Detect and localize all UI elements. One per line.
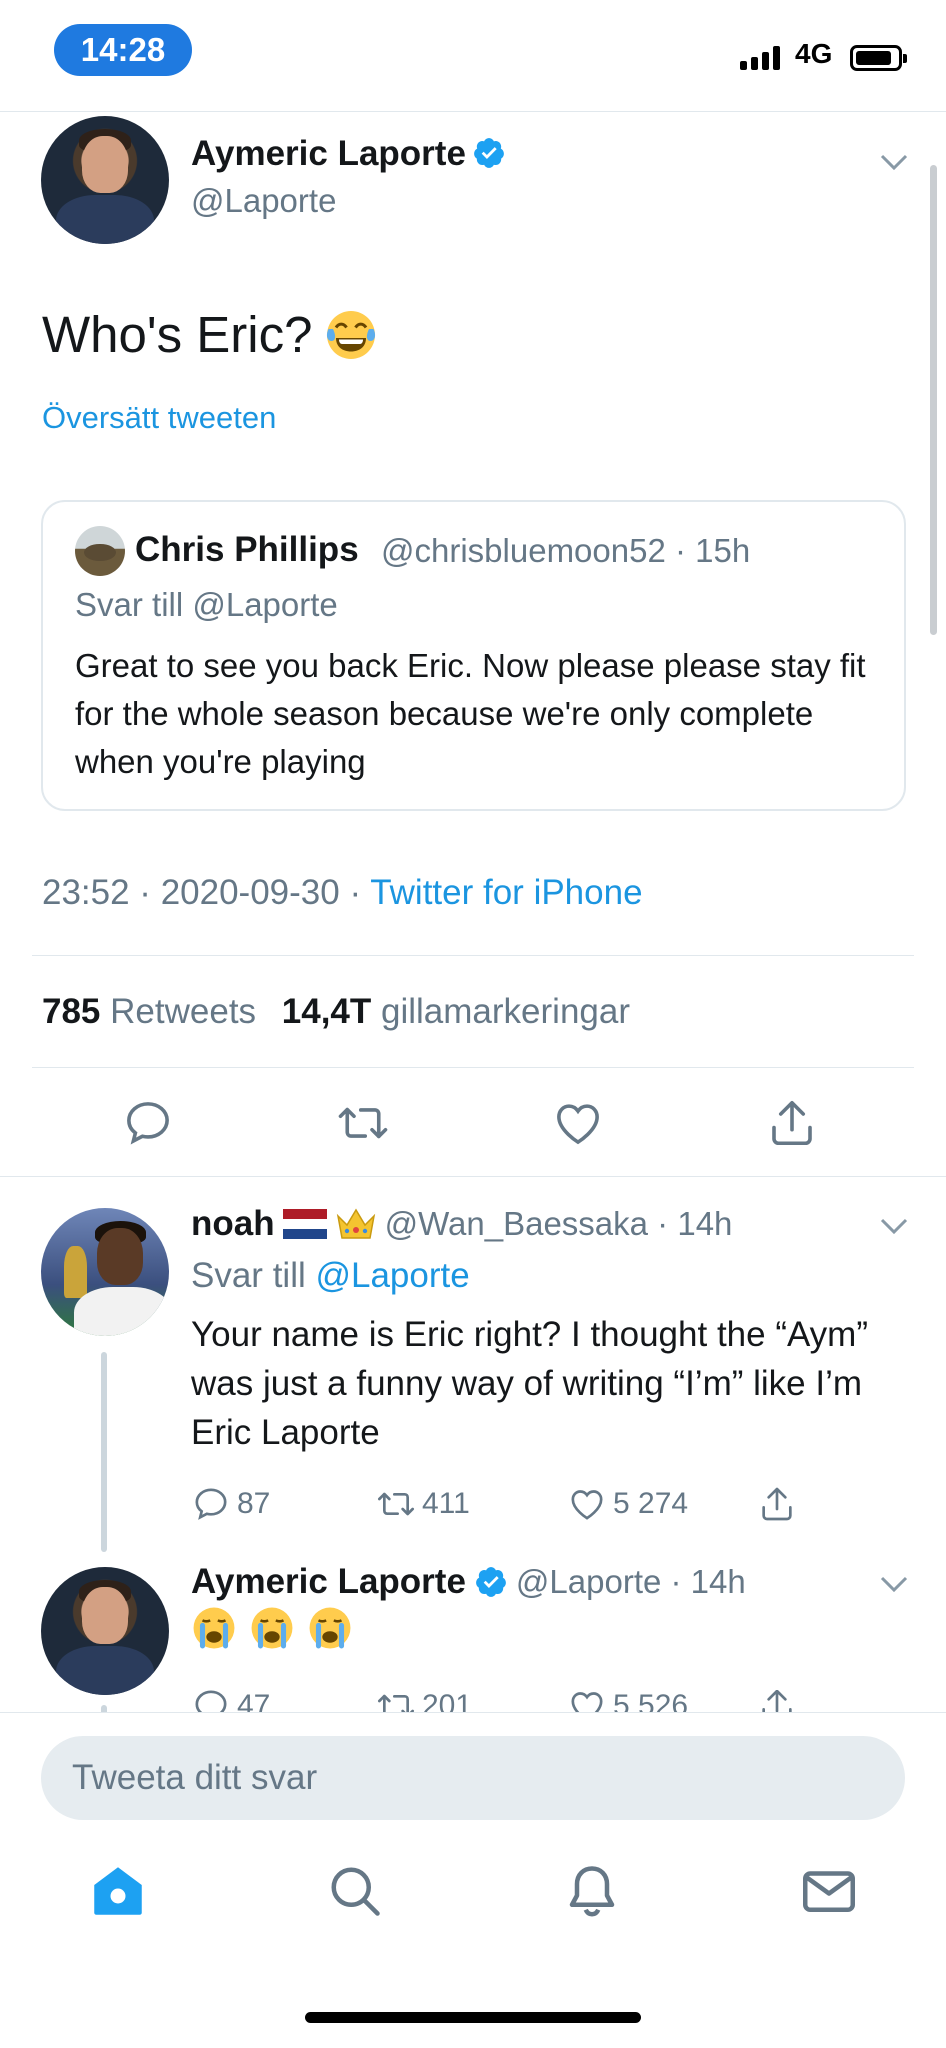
retweet-icon[interactable] [336, 1096, 390, 1150]
chevron-down-icon[interactable] [876, 144, 912, 180]
status-time: 14:28 [54, 24, 192, 76]
messages-icon[interactable] [799, 1861, 859, 1921]
divider [32, 1067, 914, 1068]
avatar[interactable] [41, 1208, 169, 1336]
reply-icon [195, 1690, 227, 1712]
reply-count: 87 [237, 1487, 271, 1520]
tweet-text-content: Who's Eric? [42, 306, 313, 363]
share-button[interactable] [757, 1690, 797, 1712]
divider [32, 955, 914, 956]
netherlands-flag-icon [282, 1209, 327, 1239]
reply-icon [195, 1488, 227, 1520]
share-icon [762, 1690, 792, 1712]
retweet-button[interactable]: 411 [376, 1484, 470, 1524]
reply-composer-input[interactable]: Tweeta ditt svar [41, 1736, 905, 1820]
chevron-down-icon[interactable] [876, 1208, 912, 1244]
tweet-stats[interactable]: 785 Retweets 14,4T gillamarkeringar [42, 992, 646, 1032]
crown-icon [336, 1208, 375, 1239]
translate-link[interactable]: Översätt tweeten [42, 400, 276, 436]
reply-author-name[interactable]: Aymeric Laporte [191, 1562, 466, 1602]
author-name-row[interactable]: Aymeric Laporte [191, 134, 506, 174]
scrollbar[interactable] [930, 165, 937, 635]
share-button[interactable] [757, 1484, 797, 1524]
reply-author-name[interactable]: noah [191, 1204, 275, 1244]
likes-label[interactable]: gillamarkeringar [381, 992, 630, 1031]
like-button[interactable]: 5 526 [567, 1690, 688, 1712]
search-icon[interactable] [325, 1861, 385, 1921]
like-count: 5 274 [613, 1487, 689, 1520]
crying-face-emoji-icon [193, 1607, 235, 1649]
avatar[interactable] [41, 116, 169, 244]
author-name[interactable]: Aymeric Laporte [191, 134, 466, 173]
like-button[interactable]: 5 274 [567, 1484, 688, 1524]
reply-emoji-text [191, 1605, 353, 1651]
avatar [75, 526, 125, 576]
verified-icon [476, 1567, 506, 1597]
tweet-time: 23:52 · 2020-09-30 · [42, 873, 371, 912]
notifications-icon[interactable] [562, 1861, 622, 1921]
retweet-icon [378, 1694, 414, 1712]
tweet-source-link[interactable]: Twitter for iPhone [370, 873, 642, 912]
retweet-icon [378, 1492, 414, 1516]
network-type: 4G [795, 38, 833, 69]
reply-to-prefix: Svar till [191, 1256, 316, 1295]
chevron-down-icon[interactable] [876, 1566, 912, 1602]
share-icon [762, 1487, 792, 1521]
quoted-tweet-text: Great to see you back Eric. Now please p… [75, 647, 866, 780]
thread-connector [101, 1352, 107, 1552]
likes-count[interactable]: 14,4T [282, 992, 372, 1031]
retweet-button[interactable]: 201 [376, 1690, 472, 1712]
reply-author-handle[interactable]: @Wan_Baessaka · 14h [385, 1205, 733, 1243]
status-bar: 14:28 4G [0, 0, 946, 110]
quoted-author-handle: @chrisbluemoon52 · 15h [381, 532, 751, 569]
like-icon [571, 1692, 603, 1712]
quoted-reply-to: Svar till @Laporte [75, 586, 338, 623]
home-icon[interactable] [88, 1861, 148, 1921]
like-icon[interactable] [551, 1096, 605, 1150]
reply-to-line: Svar till @Laporte [191, 1256, 470, 1296]
quoted-author-name: Chris Phillips [135, 530, 359, 569]
reply-author-row[interactable]: Aymeric Laporte @Laporte · 14h [191, 1562, 746, 1602]
tweet-timestamp: 23:52 · 2020-09-30 · Twitter for iPhone [42, 873, 643, 913]
reply-text: Your name is Eric right? I thought the “… [191, 1315, 868, 1452]
retweets-label[interactable]: Retweets [110, 992, 256, 1031]
like-icon [571, 1490, 603, 1520]
retweet-count: 411 [422, 1487, 470, 1520]
avatar[interactable] [41, 1567, 169, 1695]
reply-icon[interactable] [121, 1096, 175, 1150]
crying-face-emoji-icon [251, 1607, 293, 1649]
verified-icon [474, 138, 504, 168]
reply-count: 47 [237, 1690, 271, 1712]
quoted-tweet-card[interactable]: Chris Phillips @chrisbluemoon52 · 15h Sv… [41, 500, 906, 811]
reply-author-row[interactable]: noah @Wan_Baessaka · 14h [191, 1204, 732, 1244]
reply-button[interactable]: 47 [191, 1690, 270, 1712]
reply-author-handle[interactable]: @Laporte · 14h [516, 1563, 746, 1601]
signal-icon [740, 46, 780, 70]
crying-face-emoji-icon [309, 1607, 351, 1649]
battery-icon [850, 45, 907, 71]
reply-button[interactable]: 87 [191, 1484, 270, 1524]
reply-action-bar: 47 201 5 526 [0, 1690, 946, 1712]
divider [0, 1176, 946, 1177]
reply-to-handle[interactable]: @Laporte [315, 1256, 469, 1295]
divider [0, 111, 946, 112]
like-count: 5 526 [613, 1690, 689, 1712]
retweets-count[interactable]: 785 [42, 992, 100, 1031]
tweet-text: Who's Eric? [42, 305, 378, 364]
bottom-panel: Tweeta ditt svar [0, 1712, 946, 2048]
author-handle[interactable]: @Laporte [191, 182, 336, 220]
tears-of-joy-emoji-icon [327, 310, 376, 359]
retweet-count: 201 [422, 1690, 473, 1712]
share-icon[interactable] [765, 1096, 819, 1150]
home-indicator[interactable] [305, 2012, 641, 2023]
